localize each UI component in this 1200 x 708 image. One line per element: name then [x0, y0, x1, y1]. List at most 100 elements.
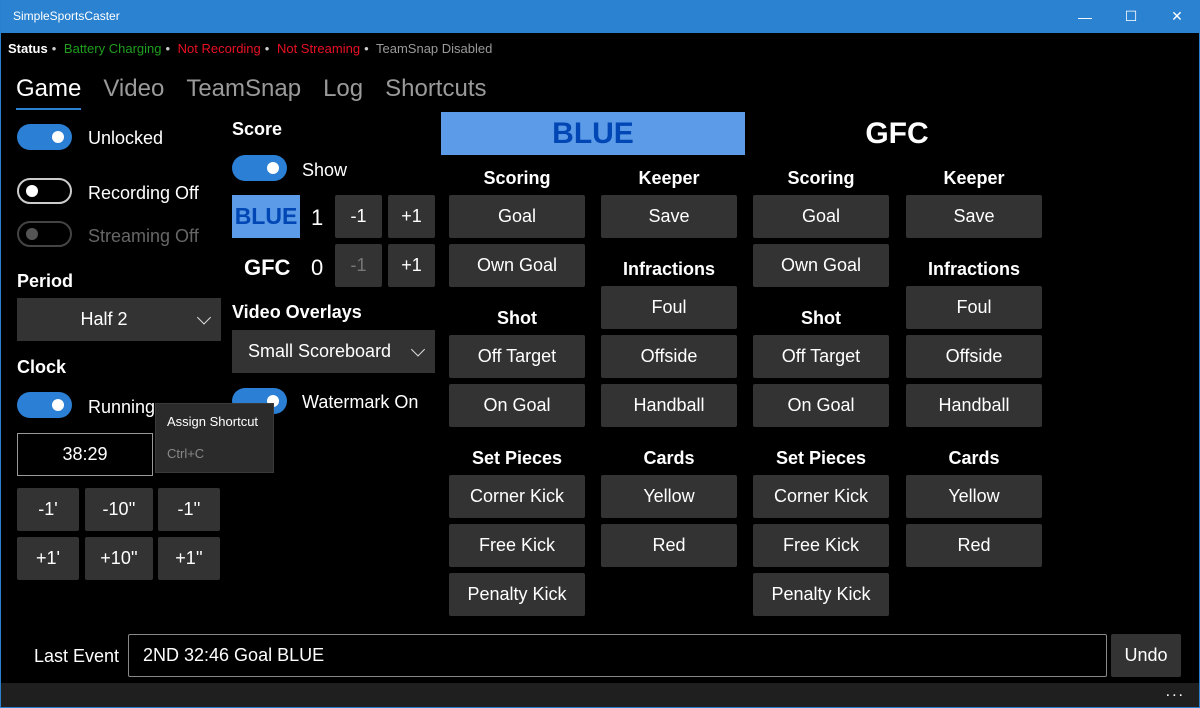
blue-free-kick-button[interactable]: Free Kick [449, 524, 585, 567]
score-plus-gfc-button[interactable]: +1 [388, 244, 435, 287]
status-label: Status [8, 41, 48, 56]
gfc-goal-button[interactable]: Goal [753, 195, 889, 238]
status-bar: Status • Battery Charging • Not Recording •… [8, 41, 495, 56]
section-heading-scoring: Scoring [483, 168, 551, 188]
tab-game[interactable]: Game [16, 75, 82, 110]
gfc-penalty-kick-button[interactable]: Penalty Kick [753, 573, 889, 616]
section-heading-set-pieces: Set Pieces [471, 448, 563, 468]
unlocked-toggle[interactable] [17, 124, 72, 150]
minimize-icon: — [1078, 8, 1092, 25]
clock-plus-1min-button[interactable]: +1' [17, 537, 79, 580]
last-event-field[interactable]: 2ND 32:46 Goal BLUE [128, 634, 1107, 677]
unlocked-label: Unlocked [88, 128, 164, 148]
gfc-free-kick-button[interactable]: Free Kick [753, 524, 889, 567]
period-heading: Period [17, 271, 74, 291]
streaming-label: Streaming Off [88, 226, 199, 246]
clock-time-field[interactable]: 38:29 [17, 433, 153, 476]
clock-time: 38:29 [62, 444, 108, 464]
section-heading-infractions: Infractions [622, 259, 715, 279]
section-heading-set-pieces: Set Pieces [775, 448, 867, 468]
gfc-yellow-card-button[interactable]: Yellow [906, 475, 1042, 518]
clock-minus-1min-button[interactable]: -1' [17, 488, 79, 531]
status-separator: • [51, 41, 57, 56]
status-separator: • [165, 41, 171, 56]
score-plus-blue-button[interactable]: +1 [388, 195, 435, 238]
gfc-foul-button[interactable]: Foul [906, 286, 1042, 329]
blue-yellow-card-button[interactable]: Yellow [601, 475, 737, 518]
chevron-down-icon [196, 309, 212, 325]
section-heading-keeper: Keeper [638, 168, 700, 188]
blue-foul-button[interactable]: Foul [601, 286, 737, 329]
blue-corner-kick-button[interactable]: Corner Kick [449, 475, 585, 518]
undo-button[interactable]: Undo [1111, 634, 1181, 677]
section-heading-keeper: Keeper [943, 168, 1005, 188]
gfc-handball-button[interactable]: Handball [906, 384, 1042, 427]
chevron-down-icon [410, 341, 426, 357]
gfc-corner-kick-button[interactable]: Corner Kick [753, 475, 889, 518]
gfc-offside-button[interactable]: Offside [906, 335, 1042, 378]
blue-save-button[interactable]: Save [601, 195, 737, 238]
score-value-gfc: 0 [311, 255, 324, 280]
window-title: SimpleSportsCaster [13, 9, 120, 23]
toggle-knob [52, 399, 64, 411]
close-icon: ✕ [1171, 8, 1183, 24]
video-overlay-dropdown[interactable]: Small Scoreboard [232, 330, 435, 373]
toggle-knob [26, 185, 38, 197]
clock-plus-1sec-button[interactable]: +1'' [158, 537, 220, 580]
score-heading: Score [232, 119, 283, 139]
blue-goal-button[interactable]: Goal [449, 195, 585, 238]
gfc-on-goal-button[interactable]: On Goal [753, 384, 889, 427]
close-button[interactable]: ✕ [1154, 0, 1200, 33]
blue-offside-button[interactable]: Offside [601, 335, 737, 378]
toggle-knob [26, 228, 38, 240]
tab-video[interactable]: Video [103, 75, 164, 103]
recording-toggle[interactable] [17, 178, 72, 204]
team-name-gfc: GFC [244, 255, 291, 280]
blue-own-goal-button[interactable]: Own Goal [449, 244, 585, 287]
tab-shortcuts[interactable]: Shortcuts [385, 75, 486, 103]
maximize-button[interactable]: ☐ [1108, 0, 1154, 33]
score-show-label: Show [302, 160, 348, 180]
clock-running-toggle[interactable] [17, 392, 72, 418]
blue-on-goal-button[interactable]: On Goal [449, 384, 585, 427]
clock-minus-10sec-button[interactable]: -10'' [85, 488, 153, 531]
clock-heading: Clock [17, 357, 67, 377]
blue-red-card-button[interactable]: Red [601, 524, 737, 567]
assign-shortcut-tooltip: Assign Shortcut Ctrl+C [155, 403, 274, 473]
period-dropdown[interactable]: Half 2 [17, 298, 221, 341]
section-heading-scoring: Scoring [787, 168, 855, 188]
gfc-red-card-button[interactable]: Red [906, 524, 1042, 567]
tab-teamsnap[interactable]: TeamSnap [186, 75, 301, 103]
video-overlays-heading: Video Overlays [232, 302, 362, 322]
title-bar: SimpleSportsCaster — ☐ ✕ [1, 0, 1200, 33]
app-bar: ... [1, 683, 1199, 707]
clock-minus-1sec-button[interactable]: -1'' [158, 488, 220, 531]
clock-plus-10sec-button[interactable]: +10'' [85, 537, 153, 580]
tab-log[interactable]: Log [323, 75, 363, 103]
gfc-own-goal-button[interactable]: Own Goal [753, 244, 889, 287]
watermark-label: Watermark On [302, 392, 419, 412]
app-window: SimpleSportsCaster — ☐ ✕ Status • Battery… [0, 0, 1200, 708]
blue-off-target-button[interactable]: Off Target [449, 335, 585, 378]
section-heading-shot: Shot [497, 308, 537, 328]
score-show-toggle[interactable] [232, 155, 287, 181]
score-value-blue: 1 [311, 205, 324, 230]
last-event-label: Last Event [34, 646, 120, 666]
status-teamsnap: TeamSnap Disabled [376, 41, 493, 56]
gfc-off-target-button[interactable]: Off Target [753, 335, 889, 378]
more-options-icon[interactable]: ... [1166, 683, 1185, 701]
section-heading-cards: Cards [948, 448, 1000, 468]
score-minus-blue-button[interactable]: -1 [335, 195, 382, 238]
status-streaming: Not Streaming [276, 41, 361, 56]
status-recording: Not Recording [177, 41, 261, 56]
team-badge-blue: BLUE [232, 195, 300, 238]
tooltip-title: Assign Shortcut [167, 414, 259, 429]
blue-penalty-kick-button[interactable]: Penalty Kick [449, 573, 585, 616]
section-heading-cards: Cards [643, 448, 695, 468]
section-heading-shot: Shot [801, 308, 841, 328]
team-panel-header-gfc: GFC [865, 116, 929, 150]
blue-handball-button[interactable]: Handball [601, 384, 737, 427]
toggle-knob [267, 162, 279, 174]
gfc-save-button[interactable]: Save [906, 195, 1042, 238]
minimize-button[interactable]: — [1062, 0, 1108, 33]
